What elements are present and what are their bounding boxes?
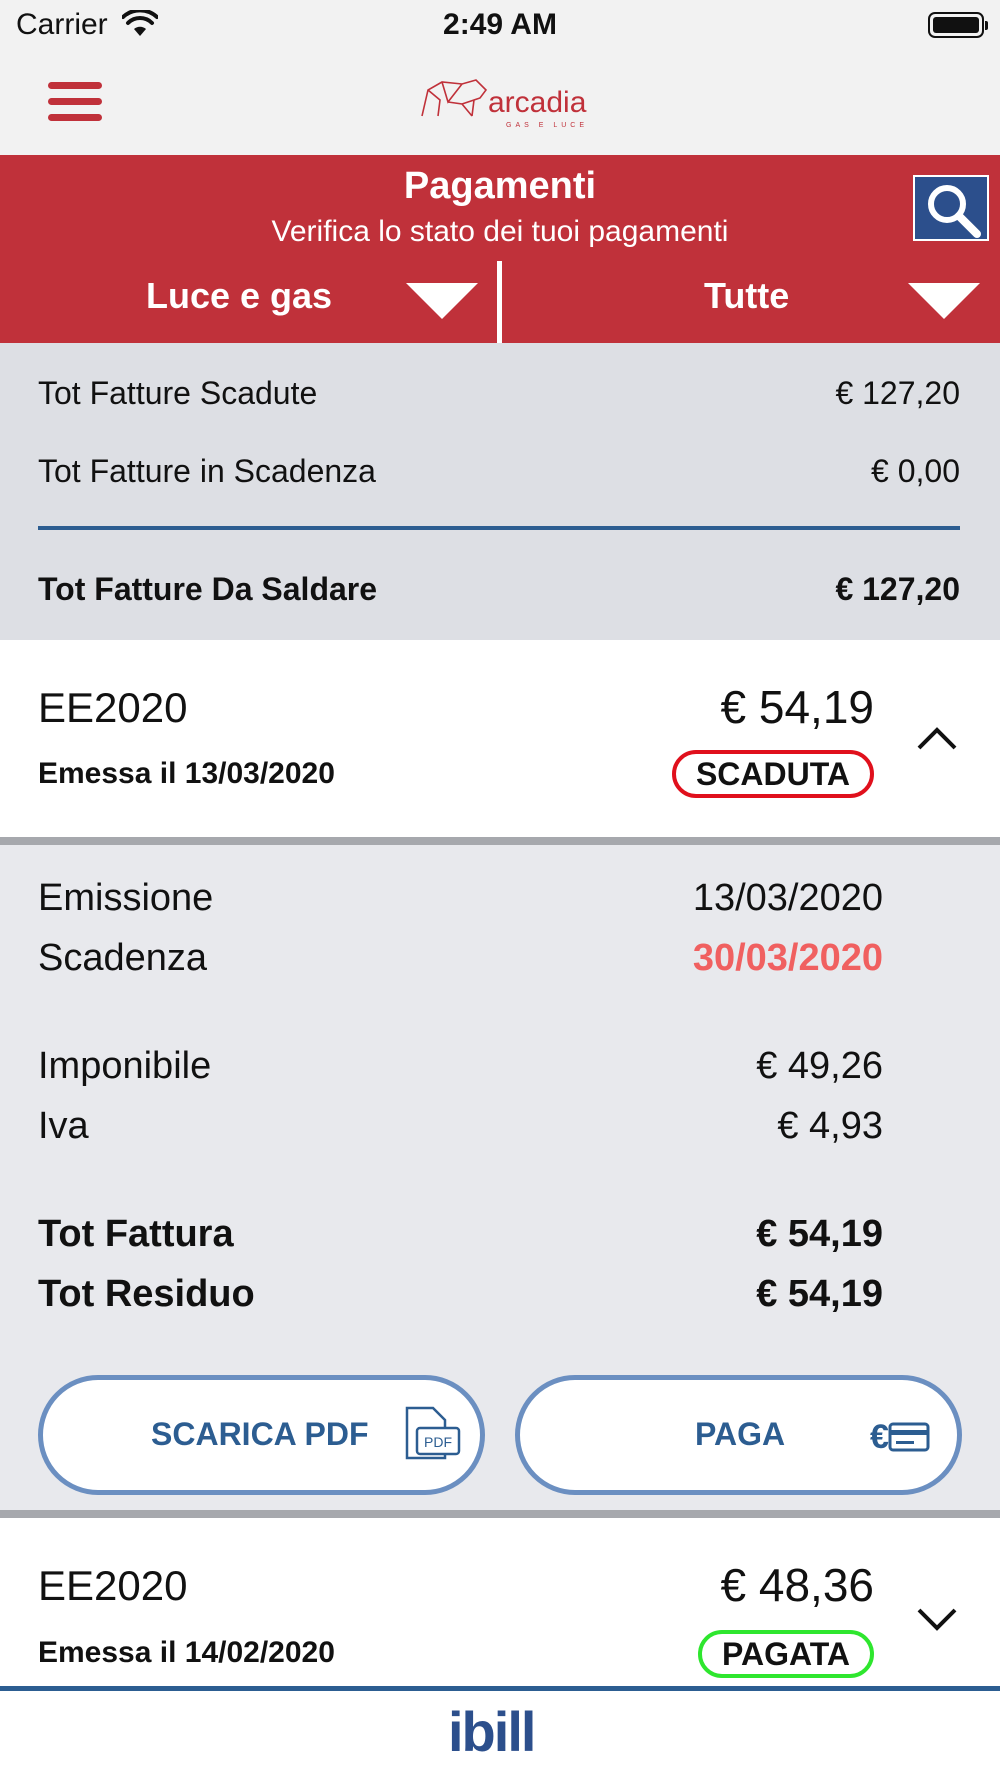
service-filter-dropdown[interactable]: Luce e gas [0, 261, 498, 343]
chevron-down-icon[interactable] [916, 1598, 958, 1640]
payments-header: Pagamenti Verifica lo stato dei tuoi pag… [0, 155, 1000, 343]
summary-due-value: € 0,00 [871, 453, 960, 489]
invoice-total-value: € 54,19 [756, 1213, 883, 1255]
invoice-card[interactable]: EE2020 € 48,36 Emessa il 14/02/2020 PAGA… [0, 1518, 1000, 1686]
due-value: 30/03/2020 [692, 937, 883, 979]
download-pdf-label: SCARICA PDF [151, 1416, 369, 1452]
invoice-code: EE2020 [38, 684, 188, 731]
invoice-details: Emissione 13/03/2020 Scadenza 30/03/2020… [0, 837, 1000, 1510]
invoice-code: EE2020 [38, 1562, 188, 1609]
logo-subtext: GAS E LUCE [506, 122, 589, 129]
invoice-issued-date: Emessa il 14/02/2020 [38, 1636, 335, 1669]
vat-value: € 4,93 [777, 1105, 883, 1147]
summary-total-value: € 127,20 [835, 571, 960, 607]
status-badge: SCADUTA [671, 750, 874, 798]
service-filter-label: Luce e gas [146, 275, 333, 316]
status-badge: PAGATA [698, 1630, 874, 1678]
emission-value: 13/03/2020 [692, 877, 883, 919]
card-separator [0, 1510, 1000, 1518]
bear-logo-icon [421, 79, 488, 117]
page-subtitle: Verifica lo stato dei tuoi pagamenti [271, 215, 729, 248]
invoice-issued-date: Emessa il 13/03/2020 [38, 757, 335, 790]
chevron-up-icon[interactable] [916, 718, 958, 760]
search-button[interactable] [913, 175, 989, 241]
menu-icon[interactable] [48, 82, 102, 122]
summary-divider [38, 526, 960, 530]
due-label: Scadenza [38, 937, 208, 979]
payments-summary: Tot Fatture Scadute € 127,20 Tot Fatture… [0, 343, 1000, 640]
dropdown-arrow-icon [406, 283, 478, 319]
svg-text:PDF: PDF [424, 1434, 452, 1450]
page-title: Pagamenti [403, 165, 597, 207]
residual-label: Tot Residuo [38, 1273, 255, 1315]
ibill-logo: ibill [448, 1700, 536, 1763]
summary-due-label: Tot Fatture in Scadenza [38, 453, 376, 489]
pay-button[interactable]: PAGA € [515, 1375, 962, 1495]
search-icon [928, 185, 981, 238]
taxable-value: € 49,26 [756, 1045, 883, 1087]
footer: ibill [0, 1686, 1000, 1778]
download-pdf-button[interactable]: SCARICA PDF PDF [38, 1375, 485, 1495]
status-bar: Carrier 2:49 AM [0, 0, 1000, 50]
logo-text: arcadia [488, 86, 587, 119]
euro-card-icon: € [870, 1418, 930, 1456]
invoice-total-label: Tot Fattura [38, 1213, 234, 1255]
summary-expired-value: € 127,20 [835, 375, 960, 411]
taxable-label: Imponibile [38, 1045, 212, 1087]
invoice-amount: € 54,19 [720, 681, 874, 733]
summary-expired-label: Tot Fatture Scadute [38, 375, 318, 411]
residual-value: € 54,19 [756, 1273, 883, 1315]
status-filter-dropdown[interactable]: Tutte [502, 261, 1000, 343]
status-time: 2:49 AM [443, 8, 557, 41]
status-filter-label: Tutte [704, 275, 790, 316]
summary-total-label: Tot Fatture Da Saldare [38, 571, 378, 607]
invoice-card[interactable]: EE2020 € 54,19 Emessa il 13/03/2020 SCAD… [0, 640, 1000, 837]
svg-text:€: € [870, 1418, 889, 1456]
dropdown-arrow-icon [908, 283, 980, 319]
arcadia-logo: arcadia GAS E LUCE [418, 72, 588, 134]
invoice-amount: € 48,36 [720, 1559, 874, 1611]
vat-label: Iva [38, 1105, 89, 1147]
pay-label: PAGA [695, 1416, 786, 1452]
battery-icon [928, 12, 988, 38]
emission-label: Emissione [38, 877, 214, 919]
pdf-file-icon: PDF [405, 1406, 461, 1460]
nav-bar: arcadia GAS E LUCE [0, 50, 1000, 155]
